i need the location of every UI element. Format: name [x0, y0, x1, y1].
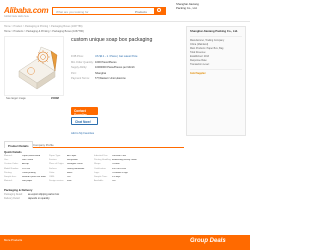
quick-details-table: Material: Paper,White board Paper Type: Art…	[4, 155, 184, 184]
gold-supplier-badge: Gold Supplier	[190, 71, 206, 75]
supplier-info: Transaction Level:	[190, 62, 210, 66]
footer-bar: More Products Group Deals	[0, 235, 250, 250]
breadcrumb-secondary[interactable]: Home > Products > Packaging & Printing >…	[4, 30, 84, 33]
quick-details-value: Yes	[112, 180, 116, 183]
quick-details-value: Soft paper	[22, 180, 33, 183]
packaging-heading: Packaging & Delivery	[4, 188, 33, 192]
packaging-value: depends on quantity	[28, 197, 50, 200]
search-input[interactable]: What are you looking for	[56, 10, 89, 14]
quick-details-row: Material: Soft paper Design service: Free Av…	[4, 180, 184, 184]
group-deals-brand[interactable]: Group Deals	[190, 238, 226, 244]
supplier-header-line-2[interactable]: Packing Co., Ltd.	[176, 6, 199, 11]
top-header: Alibaba.com Global trade starts here Wha…	[0, 0, 250, 22]
quick-details-key: Material:	[4, 180, 13, 183]
search-category-select[interactable]: Products	[135, 10, 147, 14]
supplier-name[interactable]: Shanghai Jiaxiang Packing Co., Ltd.	[190, 29, 242, 34]
supplier-header: Shanghai Jiaxiang Packing Co., Ltd.	[176, 2, 199, 11]
packaging-key: Delivery Detail:	[4, 197, 21, 200]
divider	[190, 35, 242, 37]
search-button[interactable]	[154, 7, 166, 15]
contact-supplier-button[interactable]: Contact Supplier	[71, 107, 98, 117]
add-favorites-link[interactable]: Add to My Favorites	[71, 132, 94, 135]
spec-value: T/T,Western Union,Escrow	[95, 77, 126, 81]
quick-details-key: Design service:	[49, 180, 64, 183]
breadcrumb[interactable]: Home > Product > Packaging & Printing > …	[4, 25, 82, 28]
quick-details-value: Free	[67, 180, 72, 183]
chat-now-button[interactable]: Chat Now!	[71, 117, 98, 125]
divider	[190, 68, 242, 70]
quick-details-key: Available:	[94, 180, 104, 183]
product-image	[18, 46, 58, 90]
supplier-panel: Shanghai Jiaxiang Packing Co., Ltd. Manu…	[186, 26, 246, 136]
more-products-link[interactable]: More Products	[4, 238, 22, 242]
product-gallery[interactable]	[4, 36, 64, 96]
packaging-row: Delivery Detail: depends on quantity	[4, 197, 59, 201]
zoom-button[interactable]: ZOOM	[51, 97, 59, 100]
detail-tabs: Product Details Company Profile	[4, 141, 184, 148]
product-title: custom unique soap box packaging	[71, 37, 153, 43]
quick-details-heading: Quick Details	[4, 150, 22, 154]
product-specs: FOB Price: US $0.1 - 1 / Piece | Get Lat…	[71, 55, 181, 83]
search-bar[interactable]: What are you looking for Products	[52, 7, 166, 15]
packaging-table: Packaging Detail: as export shipping car…	[4, 193, 59, 201]
tab-product-details[interactable]: Product Details	[4, 141, 33, 148]
tab-company-profile[interactable]: Company Profile	[30, 141, 57, 148]
alibaba-logo[interactable]: Alibaba.com	[4, 6, 49, 15]
spec-key: Payment Terms:	[71, 77, 90, 81]
search-icon	[157, 8, 161, 12]
see-larger-link[interactable]: See larger image	[6, 97, 26, 100]
logo-tagline: Global trade starts here	[4, 15, 29, 18]
spec-row: Payment Terms: T/T,Western Union,Escrow	[71, 77, 181, 83]
